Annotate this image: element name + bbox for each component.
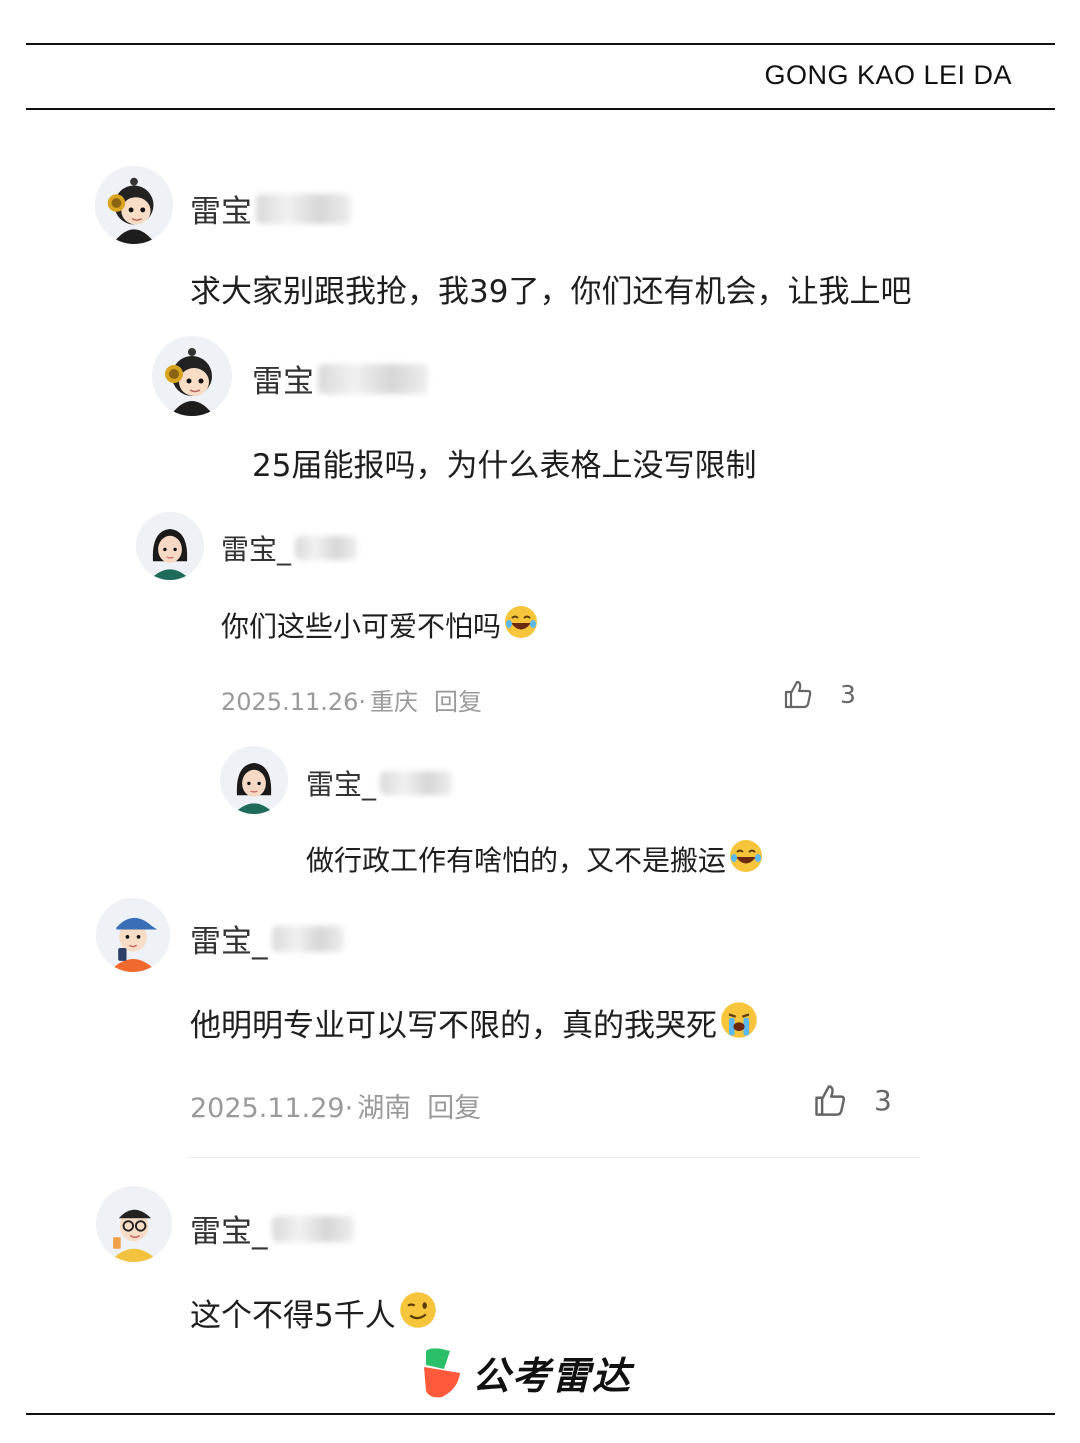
comment-text-content: 你们这些小可爱不怕吗 <box>221 610 502 643</box>
comment-text: 这个不得5千人 <box>190 1290 438 1335</box>
comment-date: 2025.11.29· <box>190 1093 354 1124</box>
thumbs-up-icon <box>784 680 812 709</box>
username[interactable]: 雷宝_ <box>190 916 344 961</box>
avatar[interactable] <box>136 512 204 580</box>
bottom-rule <box>26 1413 1055 1415</box>
winking-emoji-icon <box>399 1292 436 1328</box>
laughing-emoji-icon <box>730 840 763 872</box>
username[interactable]: 雷宝_ <box>190 1206 354 1251</box>
top-rule <box>26 43 1055 45</box>
like-button[interactable]: 3 <box>812 1082 892 1118</box>
username-text: 雷宝 <box>190 194 252 230</box>
brand-logo-text: 公考雷达 <box>472 1354 633 1398</box>
redacted-username <box>318 363 428 394</box>
username-text: 雷宝_ <box>190 1214 268 1250</box>
comment-location: 湖南 <box>357 1093 412 1124</box>
header-bottom-rule <box>26 108 1055 110</box>
avatar[interactable] <box>95 166 173 244</box>
avatar[interactable] <box>96 1186 172 1262</box>
brand-header: GONG KAO LEI DA <box>764 60 1012 90</box>
like-count: 3 <box>874 1083 892 1117</box>
comment-date: 2025.11.26· <box>221 688 367 716</box>
redacted-username <box>271 1215 354 1242</box>
username-text: 雷宝_ <box>221 533 292 566</box>
like-count: 3 <box>840 679 856 709</box>
comment-divider <box>188 1157 920 1158</box>
like-button[interactable]: 3 <box>782 678 856 710</box>
username-text: 雷宝_ <box>190 924 268 960</box>
redacted-username <box>256 193 351 224</box>
username-text: 雷宝 <box>252 364 314 400</box>
comment-text: 做行政工作有啥怕的，又不是搬运 <box>306 838 764 879</box>
comment-meta: 2025.11.29· 湖南 回复 <box>190 1086 497 1125</box>
redacted-username <box>380 771 453 795</box>
comment-text: 你们这些小可爱不怕吗 <box>221 604 539 645</box>
username-text: 雷宝_ <box>306 768 377 801</box>
crying-emoji-icon <box>721 1002 757 1038</box>
comment-location: 重庆 <box>370 688 419 716</box>
reply-button[interactable]: 回复 <box>427 1093 481 1124</box>
thumbs-up-icon <box>815 1085 846 1116</box>
comment-text: 他明明专业可以写不限的，真的我哭死 <box>190 1000 759 1045</box>
username[interactable]: 雷宝_ <box>306 763 453 803</box>
redacted-username <box>295 536 358 560</box>
brand-logo-icon <box>424 1347 460 1397</box>
brand-logo: 公考雷达 <box>420 1345 632 1400</box>
laughing-emoji-icon <box>505 606 538 638</box>
reply-button[interactable]: 回复 <box>434 688 482 716</box>
comment-text-content: 他明明专业可以写不限的，真的我哭死 <box>190 1008 717 1044</box>
redacted-username <box>271 925 344 952</box>
comment-text-content: 这个不得5千人 <box>190 1298 396 1334</box>
comment-text: 25届能报吗，为什么表格上没写限制 <box>252 448 757 484</box>
username[interactable]: 雷宝_ <box>221 528 358 568</box>
username[interactable]: 雷宝 <box>190 186 351 231</box>
username[interactable]: 雷宝 <box>252 356 428 401</box>
comment-text: 求大家别跟我抢，我39了，你们还有机会，让我上吧 <box>190 274 912 310</box>
avatar[interactable] <box>220 746 288 814</box>
avatar[interactable] <box>152 336 232 416</box>
comment-text-content: 做行政工作有啥怕的，又不是搬运 <box>306 844 727 877</box>
avatar[interactable] <box>96 898 170 972</box>
comment-meta: 2025.11.26· 重庆 回复 <box>221 682 498 717</box>
